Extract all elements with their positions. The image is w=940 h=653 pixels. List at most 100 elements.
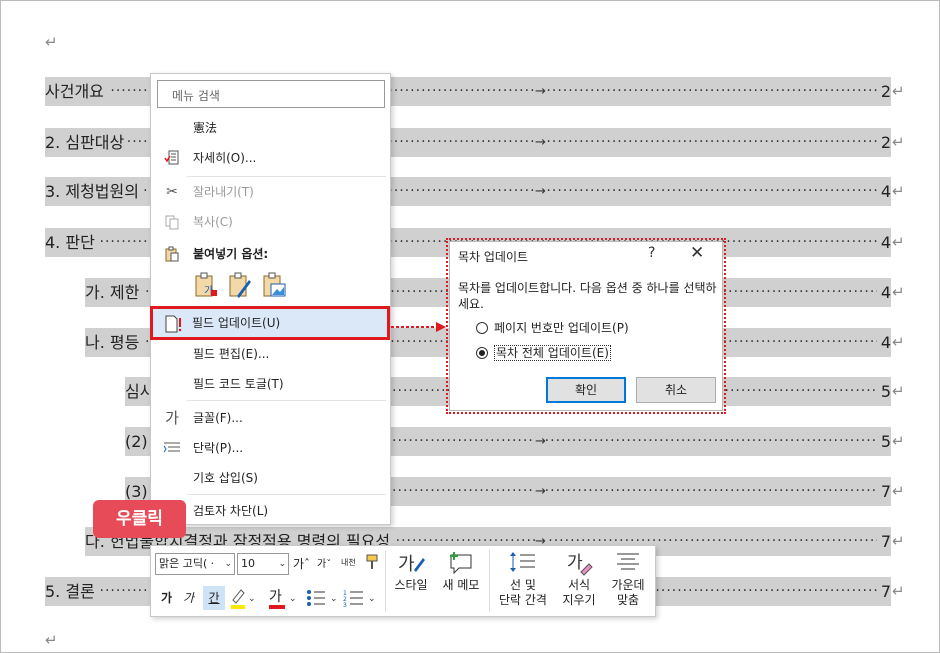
menu-item-label: 복사(C) <box>193 215 233 229</box>
dialog-message: 목차를 업데이트합니다. 다음 옵션 중 하나를 선택하세요. <box>458 281 717 311</box>
toc-page-number: 4 <box>878 328 891 357</box>
radio-label: 목차 전체 업데이트(E) <box>494 345 611 361</box>
new-comment-icon <box>439 550 483 578</box>
right-click-badge: 우클릭 <box>93 500 186 538</box>
bullet-list-button[interactable]: ⌄ <box>305 588 339 613</box>
menu-item-font[interactable]: 가 글꼴(F)... <box>151 404 390 432</box>
svg-text:⌄: ⌄ <box>330 594 338 604</box>
new-comment-label: 새 메모 <box>442 578 480 592</box>
paste-merge-format-icon[interactable] <box>227 272 253 300</box>
menu-item-cut[interactable]: ✂ 잘라내기(T) <box>151 178 390 206</box>
svg-text:가: 가 <box>567 553 583 573</box>
highlight-color-button[interactable]: ⌄ <box>229 586 257 615</box>
menu-item-label: 잘라내기(T) <box>193 185 254 199</box>
font-icon: 가 <box>165 409 179 427</box>
menu-item-label: 필드 코드 토글(T) <box>193 377 284 391</box>
paragraph-mark: ↵ <box>45 33 58 51</box>
italic-button[interactable]: 가 <box>183 589 194 607</box>
menu-separator <box>187 176 386 177</box>
toc-entry-label: 4. 판단 <box>45 228 99 257</box>
menu-item-block-reviewer[interactable]: 검토자 차단(L) <box>151 497 390 525</box>
toc-entry-label: 2. 심판대상 <box>45 128 129 157</box>
radio-label: 페이지 번호만 업데이트(P) <box>494 321 629 335</box>
scissors-icon: ✂ <box>166 184 178 200</box>
menu-item-edit-field[interactable]: 필드 편집(E)... <box>151 340 390 368</box>
format-painter-icon[interactable] <box>365 553 383 576</box>
paragraph-mark: ↵ <box>892 82 905 100</box>
paste-keep-format-icon[interactable]: 가 <box>193 272 219 300</box>
svg-text:⌄: ⌄ <box>248 594 256 604</box>
underline-button[interactable]: 간 <box>203 586 225 610</box>
radio-update-page-numbers[interactable]: 페이지 번호만 업데이트(P) <box>476 320 629 336</box>
toc-page-number: 4 <box>878 278 891 307</box>
font-size-select[interactable]: 10 ⌄ <box>237 553 289 575</box>
font-color-button[interactable]: 가 ⌄ <box>267 586 297 615</box>
center-align-button[interactable]: 가운데 맞춤 <box>605 550 651 608</box>
styles-label: 스타일 <box>394 578 428 592</box>
line-spacing-label-2: 단락 간격 <box>499 593 547 607</box>
menu-item-label: 글꼴(F)... <box>193 411 243 425</box>
menu-item-copy[interactable]: 복사(C) <box>151 208 390 236</box>
paragraph-mark: ↵ <box>892 233 905 251</box>
center-align-icon <box>605 550 651 578</box>
menu-search-input[interactable]: 메뉴 검색 <box>157 80 385 108</box>
menu-item-insert-symbol[interactable]: 기호 삽입(S) <box>151 464 390 492</box>
line-spacing-label-1: 선 및 <box>510 578 536 592</box>
toolbar-divider <box>385 550 386 612</box>
dialog-title: 목차 업데이트 <box>458 250 529 264</box>
clear-formatting-label-1: 서식 <box>567 578 591 592</box>
toolbar-divider <box>489 550 490 612</box>
clear-formatting-icon: 가 <box>557 550 601 578</box>
toc-page-number: 7 <box>878 527 891 556</box>
ok-button[interactable]: 확인 <box>546 377 626 403</box>
toc-entry-label: (2) <box>125 427 152 456</box>
paste-picture-icon[interactable] <box>261 272 287 300</box>
tab-mark-icon: → <box>535 427 546 456</box>
tab-mark-icon: → <box>535 77 546 106</box>
svg-text:가: 가 <box>398 554 415 575</box>
context-menu: 메뉴 검색 憲法 자세히(O)... ✂ 잘라내기(T) 복사(C) 붙여넣기 … <box>150 73 391 525</box>
menu-item-label: 필드 업데이트(U) <box>192 316 281 330</box>
font-name-select[interactable]: 맑은 고딕(ㆍ ⌄ <box>155 553 235 575</box>
toc-page-number: 5 <box>878 377 891 406</box>
menu-item-hanja[interactable]: 憲法 <box>151 114 390 142</box>
tab-mark-icon: → <box>535 477 546 506</box>
shrink-font-button[interactable]: 가ˇ <box>317 556 331 574</box>
grow-font-button[interactable]: 가ˆ <box>293 555 310 573</box>
toc-entry-label: 5. 결론 <box>45 577 99 606</box>
radio-update-entire-table[interactable]: 목차 전체 업데이트(E) <box>476 345 611 361</box>
menu-item-label: 자세히(O)... <box>193 151 257 165</box>
paragraph-mark: ↵ <box>892 182 905 200</box>
radio-button[interactable] <box>476 322 488 334</box>
help-button[interactable]: ? <box>648 245 655 261</box>
svg-text:3: 3 <box>343 602 347 608</box>
toc-entry-label: 사건개요 <box>45 77 108 106</box>
toc-page-number: 7 <box>878 577 891 606</box>
svg-text:⌄: ⌄ <box>368 594 376 604</box>
details-icon <box>163 150 181 166</box>
phonetic-guide-button[interactable]: 내천 <box>341 554 356 572</box>
new-comment-button[interactable]: 새 메모 <box>439 550 483 593</box>
copy-icon <box>163 214 181 230</box>
mini-toolbar: 맑은 고딕(ㆍ ⌄ 10 ⌄ 가ˆ 가ˇ 내천 가 가 간 ⌄ 가 ⌄ ⌄ 123… <box>150 545 656 617</box>
clear-formatting-button[interactable]: 가 서식 지우기 <box>557 550 601 608</box>
menu-item-update-field[interactable]: 필드 업데이트(U) <box>150 306 390 340</box>
styles-button[interactable]: 가 스타일 <box>389 550 433 593</box>
svg-text:⌄: ⌄ <box>289 594 297 604</box>
chevron-down-icon: ⌄ <box>224 559 232 569</box>
line-spacing-button[interactable]: 선 및 단락 간격 <box>493 550 553 608</box>
menu-item-details[interactable]: 자세히(O)... <box>151 144 390 172</box>
menu-item-toggle-field-codes[interactable]: 필드 코드 토글(T) <box>151 370 390 398</box>
numbered-list-button[interactable]: 1 2 3 ⌄ <box>343 588 377 613</box>
bold-button[interactable]: 가 <box>161 589 172 607</box>
line-spacing-icon <box>493 550 553 578</box>
close-icon[interactable]: ✕ <box>690 243 704 263</box>
menu-item-paste-options: 붙여넣기 옵션: <box>151 240 390 268</box>
menu-item-paragraph[interactable]: 단락(P)... <box>151 434 390 462</box>
paragraph-mark: ↵ <box>892 432 905 450</box>
paragraph-mark: ↵ <box>892 482 905 500</box>
menu-item-label: 검토자 차단(L) <box>193 504 269 518</box>
cancel-button[interactable]: 취소 <box>636 377 716 403</box>
radio-button[interactable] <box>476 347 488 359</box>
toc-page-number: 5 <box>878 427 891 456</box>
